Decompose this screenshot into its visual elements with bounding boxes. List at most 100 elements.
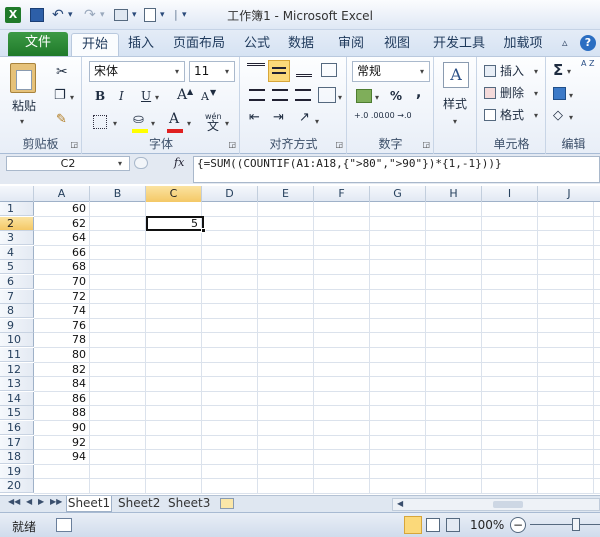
sheet-tab-sheet3[interactable]: Sheet3 (168, 496, 210, 512)
column-header-a[interactable]: A (34, 186, 90, 202)
cell-a12[interactable]: 82 (34, 363, 90, 377)
cell-a7[interactable]: 72 (34, 290, 90, 304)
align-top-icon[interactable] (247, 63, 265, 79)
format-painter-icon[interactable]: ✎ (56, 111, 67, 129)
cell-a10[interactable]: 78 (34, 333, 90, 347)
cell-a6[interactable]: 70 (34, 275, 90, 289)
border-caret-icon[interactable]: ▾ (113, 119, 117, 128)
active-cell-c2[interactable] (146, 216, 206, 233)
column-header-j[interactable]: J (538, 186, 600, 202)
paste-caret-icon[interactable]: ▾ (20, 117, 24, 126)
bold-button[interactable]: B (95, 87, 105, 105)
clear-icon[interactable]: ◇ (553, 107, 563, 125)
phonetic-button[interactable]: 文 (207, 117, 219, 135)
row-header-15[interactable]: 15 (0, 406, 34, 421)
row-header-9[interactable]: 9 (0, 318, 34, 333)
row-header-18[interactable]: 18 (0, 450, 34, 465)
cell-a11[interactable]: 80 (34, 348, 90, 362)
font-launcher-icon[interactable]: ◲ (228, 140, 236, 149)
currency-caret-icon[interactable]: ▾ (375, 93, 379, 102)
prev-sheet-icon[interactable]: ◀ (26, 497, 32, 506)
zoom-slider-thumb[interactable] (572, 518, 580, 531)
column-header-g[interactable]: G (370, 186, 426, 202)
tab-view[interactable]: 视图 (378, 33, 416, 56)
increase-indent-icon[interactable]: ⇥ (273, 109, 284, 127)
cell-a13[interactable]: 84 (34, 377, 90, 391)
cell-a8[interactable]: 74 (34, 304, 90, 318)
column-header-i[interactable]: I (482, 186, 538, 202)
percent-button[interactable]: % (390, 87, 402, 105)
wrap-text-icon[interactable] (321, 63, 337, 77)
font-size-caret-icon[interactable]: ▾ (225, 67, 229, 76)
paste-label[interactable]: 粘贴 (12, 97, 36, 115)
tab-developer[interactable]: 开发工具 (426, 33, 492, 56)
styles-button[interactable]: 样式 (443, 95, 467, 113)
clear-caret-icon[interactable]: ▾ (569, 113, 573, 122)
row-header-1[interactable]: 1 (0, 202, 34, 216)
align-left-icon[interactable] (249, 89, 265, 101)
zoom-slider-track[interactable] (530, 524, 600, 525)
row-header-14[interactable]: 14 (0, 391, 34, 406)
delete-cells-button[interactable]: 删除 (500, 84, 524, 102)
scroll-thumb[interactable] (493, 501, 523, 508)
name-box[interactable]: C2 (6, 156, 130, 171)
row-header-8[interactable]: 8 (0, 304, 34, 319)
column-header-d[interactable]: D (202, 186, 258, 202)
format-cells-button[interactable]: 格式 (500, 106, 524, 124)
font-family-caret-icon[interactable]: ▾ (175, 67, 179, 76)
fill-icon[interactable] (553, 87, 566, 100)
cut-icon[interactable]: ✂ (56, 63, 68, 81)
cell-a2[interactable]: 62 (34, 217, 90, 231)
clipboard-launcher-icon[interactable]: ◲ (70, 140, 78, 149)
first-sheet-icon[interactable]: ◀◀ (8, 497, 20, 506)
column-header-h[interactable]: H (426, 186, 482, 202)
styles-caret-icon[interactable]: ▾ (453, 117, 457, 126)
decrease-decimal-button[interactable]: .00 →.0 (382, 111, 412, 120)
row-header-10[interactable]: 10 (0, 333, 34, 348)
row-header-20[interactable]: 20 (0, 479, 34, 494)
shrink-font-button[interactable]: A (201, 88, 209, 106)
row-header-6[interactable]: 6 (0, 275, 34, 289)
row-header-5[interactable]: 5 (0, 260, 34, 275)
cell-a4[interactable]: 66 (34, 246, 90, 260)
cell-a16[interactable]: 90 (34, 421, 90, 435)
row-header-19[interactable]: 19 (0, 464, 34, 479)
merge-center-icon[interactable] (318, 87, 336, 103)
sheet-tab-sheet2[interactable]: Sheet2 (118, 496, 160, 512)
page-break-view-icon[interactable] (446, 518, 460, 532)
last-sheet-icon[interactable]: ▶▶ (50, 497, 62, 506)
tab-review[interactable]: 审阅 (332, 33, 370, 56)
comma-button[interactable]: , (416, 84, 421, 102)
cell-a17[interactable]: 92 (34, 436, 90, 450)
italic-button[interactable]: I (119, 87, 124, 105)
insert-function-icon[interactable]: fx (174, 156, 184, 169)
number-format-select[interactable]: 常规 (352, 61, 430, 82)
insert-cells-icon[interactable] (484, 65, 496, 77)
select-all-corner[interactable] (0, 186, 34, 202)
help-icon[interactable]: ? (580, 35, 596, 51)
row-header-3[interactable]: 3 (0, 231, 34, 246)
copy-caret-icon[interactable]: ▾ (70, 93, 74, 102)
orientation-icon[interactable]: ↗ (299, 109, 310, 127)
minimize-ribbon-icon[interactable]: ▵ (562, 36, 568, 49)
fill-color-caret-icon[interactable]: ▾ (151, 119, 155, 128)
insert-sheet-icon[interactable] (220, 498, 234, 509)
autosum-caret-icon[interactable]: ▾ (567, 67, 571, 76)
cell-a9[interactable]: 76 (34, 319, 90, 333)
column-header-b[interactable]: B (90, 186, 146, 202)
horizontal-scrollbar[interactable]: ◀ (392, 498, 600, 511)
align-center-icon[interactable] (272, 89, 288, 101)
tab-data[interactable]: 数据 (282, 33, 320, 56)
format-caret-icon[interactable]: ▾ (534, 111, 538, 120)
sheet-tab-sheet1[interactable]: Sheet1 (66, 496, 112, 512)
scroll-left-icon[interactable]: ◀ (397, 499, 403, 508)
normal-view-icon[interactable] (404, 516, 422, 534)
column-header-c[interactable]: C (146, 186, 202, 202)
merge-caret-icon[interactable]: ▾ (338, 93, 342, 102)
cell-a18[interactable]: 94 (34, 450, 90, 464)
decrease-indent-icon[interactable]: ⇤ (249, 109, 260, 127)
page-layout-view-icon[interactable] (426, 518, 440, 532)
macro-record-icon[interactable] (56, 518, 72, 532)
row-header-2[interactable]: 2 (0, 216, 34, 231)
tab-addins[interactable]: 加载项 (498, 33, 548, 56)
